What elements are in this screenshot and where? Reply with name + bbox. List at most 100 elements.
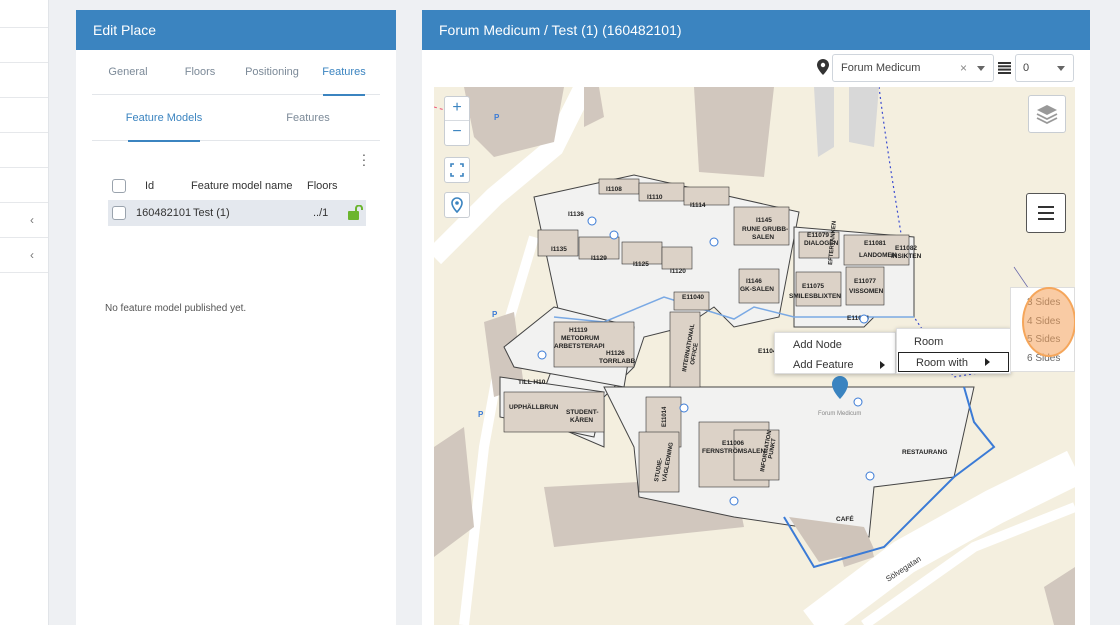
cell-id: 160482101 — [136, 207, 192, 219]
panel-title: Edit Place — [76, 10, 396, 50]
zoom-out-button[interactable]: − — [445, 121, 469, 145]
nav-item[interactable] — [0, 63, 48, 98]
subtab-bar: Feature Models Features — [92, 95, 380, 141]
select-all-checkbox[interactable] — [112, 179, 126, 193]
room-label: UPPHÄLLBRUN — [509, 403, 559, 411]
map-canvas[interactable]: I1108 I1110 I1114 I1136 I1145 RUNE GRUBB… — [434, 87, 1075, 625]
room-label: E11014 — [662, 406, 668, 427]
nav-item[interactable] — [0, 0, 48, 28]
svg-text:P: P — [492, 310, 498, 319]
room-label: I1120 — [670, 268, 686, 275]
map-panel: Forum Medicum / Test (1) (160482101) For… — [422, 10, 1090, 625]
room-label: ARBETSTERAPI — [554, 343, 605, 350]
column-header-id: Id — [145, 180, 155, 192]
unlock-icon[interactable] — [347, 204, 363, 221]
caret-right-icon — [880, 361, 885, 369]
room-label: I1108 — [606, 186, 622, 193]
row-checkbox[interactable] — [112, 206, 126, 220]
table-row[interactable]: 160482101 Test (1) ../1 — [108, 200, 366, 226]
menu-button[interactable] — [1026, 193, 1066, 233]
room-label: H1126 — [606, 350, 625, 357]
menu-item-room-with[interactable]: Room with — [898, 352, 1009, 372]
room-label: SMILESBLIXTEN — [789, 293, 841, 300]
room-label: TORRLABB — [599, 358, 636, 365]
room-label: RUNE GRUBB- — [742, 226, 788, 233]
click-highlight — [1022, 287, 1075, 357]
cell-name: Test (1) — [193, 207, 230, 219]
floor-select-value: 0 — [1023, 62, 1030, 74]
menu-item-add-feature[interactable]: Add Feature — [775, 355, 895, 375]
location-icon — [451, 197, 463, 214]
room-label: METODRUM — [561, 335, 599, 342]
tab-features[interactable]: Features — [308, 50, 380, 95]
more-options-icon[interactable]: · · · — [360, 147, 368, 171]
room-label: I1145 — [756, 217, 772, 224]
room-label: I1136 — [568, 211, 584, 218]
room-label: VISSOMEN — [849, 288, 884, 295]
zoom-control: + − — [444, 96, 470, 146]
nav-item[interactable] — [0, 133, 48, 168]
room-label: E11081 — [864, 240, 886, 247]
column-header-floors: Floors — [307, 180, 338, 192]
room-label: KÅREN — [570, 415, 593, 424]
room-label: RESTAURANG — [902, 449, 947, 456]
nav-item-collapsible[interactable]: ‹ — [0, 238, 48, 273]
menu-item-add-node[interactable]: Add Node — [775, 335, 895, 355]
room-label: I1146 — [746, 278, 762, 285]
menu-item-room[interactable]: Room — [897, 332, 1010, 352]
room-label: E11082 — [895, 245, 917, 252]
place-marker-label: Forum Medicum — [818, 411, 861, 417]
nav-item[interactable] — [0, 168, 48, 203]
subtab-features[interactable]: Features — [236, 95, 380, 141]
tab-floors[interactable]: Floors — [164, 50, 236, 95]
menu-item-label: Room with — [916, 357, 968, 369]
room-label: I1110 — [647, 194, 663, 201]
cell-floors: ../1 — [313, 207, 329, 219]
subtab-feature-models[interactable]: Feature Models — [92, 95, 236, 141]
edit-place-panel: Edit Place General Floors Positioning Fe… — [76, 10, 396, 625]
room-label: TILL H10 — [518, 379, 546, 386]
room-label: STUDENT- — [566, 409, 599, 416]
column-header-name: Feature model name — [191, 180, 293, 192]
room-label: I1114 — [690, 202, 706, 209]
location-pin-icon — [817, 59, 829, 75]
room-label: H1119 — [569, 327, 588, 334]
room-label: I1135 — [551, 246, 567, 253]
panel-title: Forum Medicum / Test (1) (160482101) — [422, 10, 1090, 50]
room-label: I1125 — [633, 261, 649, 268]
room-label: CAFÉ — [836, 514, 854, 523]
nav-item[interactable] — [0, 28, 48, 63]
layers-button[interactable] — [1028, 95, 1066, 133]
caret-right-icon — [985, 358, 990, 366]
layers-icon — [1036, 105, 1058, 125]
nav-item-collapsible[interactable]: ‹ — [0, 203, 48, 238]
room-label: E11077 — [854, 278, 876, 285]
room-label: I1129 — [591, 255, 607, 262]
feature-model-table: Id Feature model name Floors 160482101 T… — [108, 173, 366, 226]
fullscreen-icon — [450, 163, 464, 177]
tab-bar: General Floors Positioning Features — [92, 50, 380, 95]
svg-text:P: P — [478, 410, 484, 419]
table-header-row: Id Feature model name Floors — [108, 173, 366, 199]
layers-list-icon — [998, 61, 1011, 74]
hamburger-icon — [1038, 206, 1054, 220]
nav-item[interactable] — [0, 98, 48, 133]
chevron-left-icon: ‹ — [30, 248, 34, 262]
tab-general[interactable]: General — [92, 50, 164, 95]
fullscreen-button[interactable] — [444, 157, 470, 183]
submenu: Room Room with — [896, 328, 1011, 374]
chevron-down-icon — [1057, 66, 1065, 71]
clear-icon[interactable]: × — [960, 55, 967, 81]
chevron-left-icon: ‹ — [30, 213, 34, 227]
place-select[interactable]: Forum Medicum × — [832, 54, 994, 82]
floor-select[interactable]: 0 — [1015, 54, 1074, 82]
locate-button[interactable] — [444, 192, 470, 218]
room-label: SALEN — [752, 234, 774, 241]
room-label: E11006 — [722, 440, 744, 447]
left-nav-rail: ‹ ‹ — [0, 0, 49, 625]
menu-item-label: Add Feature — [793, 359, 854, 371]
tab-positioning[interactable]: Positioning — [236, 50, 308, 95]
room-label: INSIKTEN — [891, 253, 922, 260]
zoom-in-button[interactable]: + — [445, 97, 469, 121]
room-label: E11079 — [807, 232, 829, 239]
